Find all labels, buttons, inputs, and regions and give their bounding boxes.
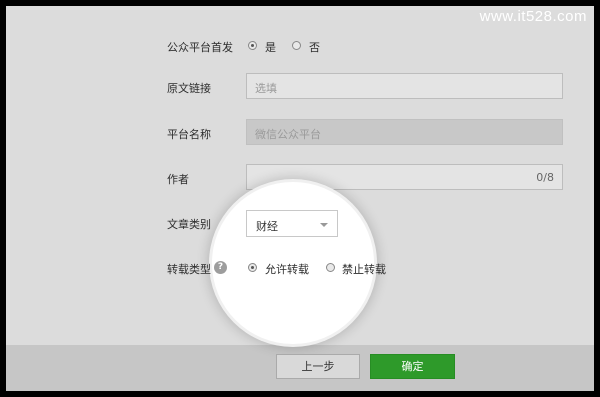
platform-name-value: 微信公众平台 — [255, 128, 321, 141]
platform-name-label: 平台名称 — [167, 128, 211, 141]
author-label: 作者 — [167, 173, 189, 186]
category-label: 文章类别 — [167, 218, 211, 231]
confirm-button[interactable]: 确定 — [370, 354, 455, 379]
source-link-input[interactable]: 选填 — [246, 73, 563, 99]
repost-forbid-label[interactable]: 禁止转载 — [342, 261, 386, 277]
repost-allow-radio[interactable] — [248, 263, 257, 272]
category-selected-value: 财经 — [256, 220, 278, 233]
first-publish-yes-label[interactable]: 是 — [265, 39, 276, 55]
source-link-placeholder: 选填 — [255, 82, 277, 95]
platform-name-field: 微信公众平台 — [246, 119, 563, 145]
first-publish-yes-radio[interactable] — [248, 41, 257, 50]
repost-type-label: 转载类型 — [167, 263, 211, 276]
first-publish-no-label[interactable]: 否 — [309, 39, 320, 55]
previous-step-button[interactable]: 上一步 — [276, 354, 360, 379]
watermark: www.it528.com — [479, 8, 587, 25]
publish-settings-panel: 公众平台首发 是 否 原文链接 选填 平台名称 微信公众平台 作者 0/8 文章… — [6, 6, 594, 391]
first-publish-label: 公众平台首发 — [167, 41, 233, 54]
chevron-down-icon — [320, 223, 328, 227]
source-link-label: 原文链接 — [167, 82, 211, 95]
first-publish-no-radio[interactable] — [292, 41, 301, 50]
author-char-counter: 0/8 — [536, 171, 554, 184]
help-icon[interactable]: ? — [214, 261, 227, 274]
repost-allow-label[interactable]: 允许转载 — [265, 261, 309, 277]
category-select[interactable]: 财经 — [246, 210, 338, 237]
repost-forbid-radio[interactable] — [326, 263, 335, 272]
